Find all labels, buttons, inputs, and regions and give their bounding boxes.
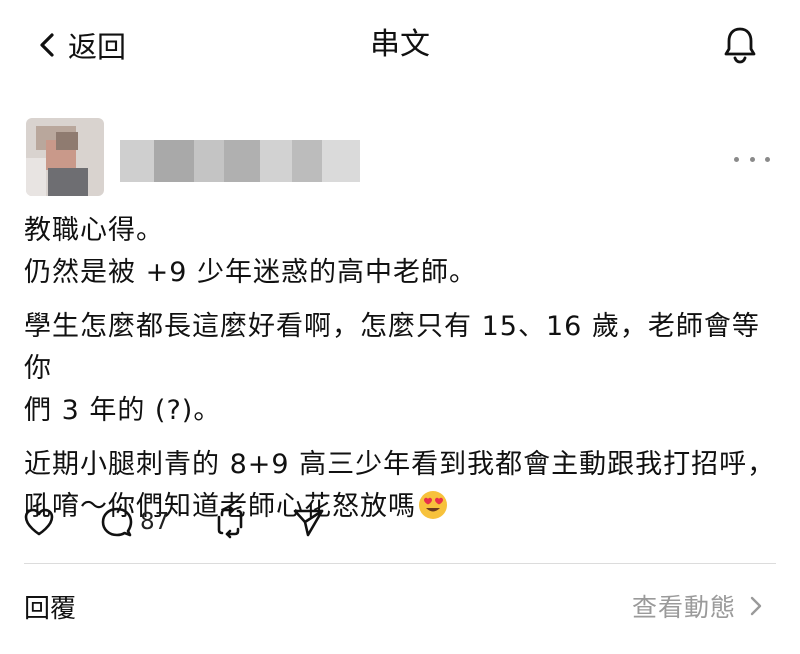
post-line: 學生怎麼都長這麼好看啊，怎麼只有 15、16 歲，老師會等你 [24,311,760,384]
view-activity-label: 查看動態 [631,593,736,622]
comment-count: 87 [140,509,170,535]
reply-bar: 回覆 查看動態 [24,580,776,630]
heart-eyes-emoji [419,491,447,519]
view-activity-link[interactable]: 查看動態 [632,588,764,624]
share-button[interactable] [291,505,325,539]
page-title: 串文 [370,27,430,62]
username-redacted[interactable] [120,140,360,182]
post-author-row [26,118,776,198]
chevron-left-icon [40,33,54,57]
back-label: 返回 [68,30,127,64]
comment-button[interactable]: 87 [100,505,169,539]
post-line: 近期小腿刺青的 8+9 高三少年看到我都會主動跟我打招呼， [24,449,776,480]
top-bar: 返回 串文 [0,0,800,92]
comment-icon [101,507,133,537]
post-actions: 87 [22,500,325,544]
notifications-button[interactable] [720,22,760,68]
post-line: 們 3 年的 (?)。 [24,395,222,426]
send-icon [293,509,324,537]
post-line: 教職心得。 [24,215,164,246]
like-button[interactable] [22,505,56,539]
post-content: 教職心得。 仍然是被 +9 少年迷惑的高中老師。 學生怎麼都長這麼好看啊，怎麼只… [24,210,780,528]
bell-icon [724,27,756,64]
divider [24,563,776,564]
avatar[interactable] [26,118,104,196]
more-options-button[interactable] [734,152,770,166]
repost-button[interactable] [213,505,247,539]
thread-page: 返回 串文 教職心得。 仍然是被 +9 少年迷惑的高中老師。 學生怎麼都長這麼好… [0,0,800,654]
chevron-right-icon [750,596,762,616]
back-button[interactable]: 返回 [34,22,126,68]
post-line: 仍然是被 +9 少年迷惑的高中老師。 [24,257,477,288]
heart-icon [24,508,54,536]
reply-button[interactable]: 回覆 [24,588,76,625]
repost-icon [217,505,243,539]
